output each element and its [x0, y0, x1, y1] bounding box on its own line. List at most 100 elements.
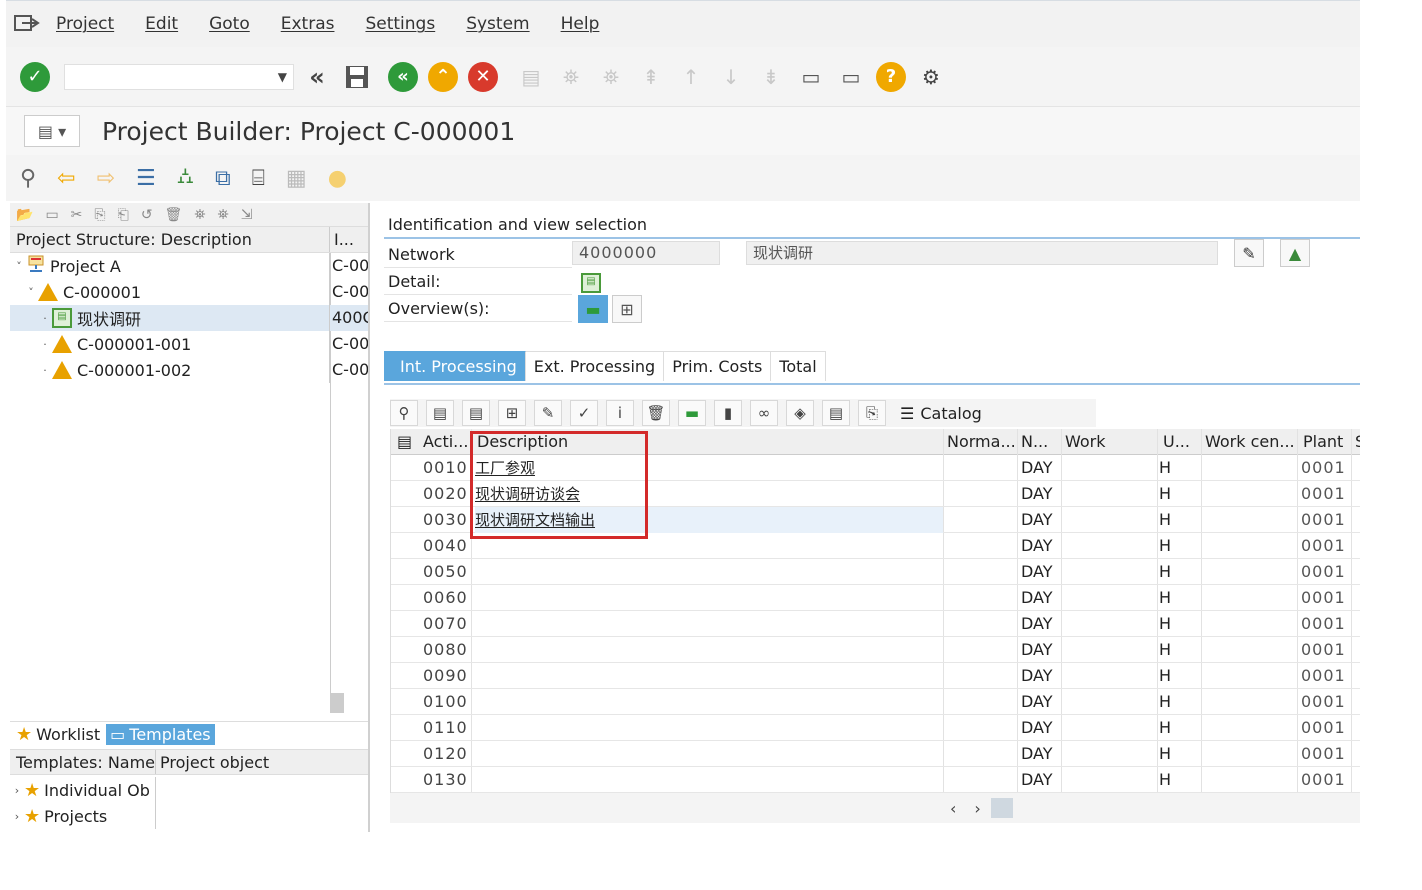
- graphic-icon[interactable]: ▲: [1280, 239, 1310, 267]
- table-row[interactable]: 0100 DAY H 0001: [391, 689, 1360, 715]
- cell-plant[interactable]: 0001: [1301, 455, 1351, 481]
- tab-worklist[interactable]: ★ Worklist: [10, 724, 100, 745]
- find-icon[interactable]: ⛯: [556, 62, 586, 92]
- project-planning-board-icon[interactable]: ☰: [136, 166, 156, 191]
- column-plant[interactable]: Plant: [1303, 429, 1343, 455]
- exit-icon[interactable]: ⌃: [428, 61, 458, 92]
- chevron-down-icon[interactable]: ▼: [278, 70, 287, 84]
- network-graphic-icon[interactable]: ⧉: [215, 166, 231, 191]
- scroll-right-icon[interactable]: ›: [974, 799, 980, 818]
- delete-icon[interactable]: 🗑: [165, 207, 183, 223]
- table-row[interactable]: 0020 现状调研访谈会 DAY H 0001: [391, 481, 1360, 507]
- link-icon[interactable]: ∞: [750, 400, 778, 426]
- relationship-icon[interactable]: ▤: [462, 400, 490, 426]
- cell-work-unit[interactable]: H: [1159, 637, 1179, 663]
- cell-unit[interactable]: DAY: [1021, 663, 1061, 689]
- cell-work-unit[interactable]: H: [1159, 663, 1179, 689]
- cell-description-active[interactable]: 现状调研文档输出: [475, 507, 943, 533]
- cell-unit[interactable]: DAY: [1021, 585, 1061, 611]
- table-row[interactable]: 0070 DAY H 0001: [391, 611, 1360, 637]
- tab-prim-costs[interactable]: Prim. Costs: [664, 351, 772, 381]
- previous-object-icon[interactable]: ⇦: [57, 166, 75, 191]
- tab-templates[interactable]: ▭ Templates: [106, 724, 215, 745]
- table-row[interactable]: 0080 DAY H 0001: [391, 637, 1360, 663]
- create-session-icon[interactable]: ▭: [796, 62, 826, 92]
- save-icon[interactable]: [342, 62, 372, 92]
- menu-goto[interactable]: Goto: [209, 14, 250, 34]
- cell-work-unit[interactable]: H: [1159, 559, 1179, 585]
- table-row[interactable]: 0050 DAY H 0001: [391, 559, 1360, 585]
- cancel-icon[interactable]: ✕: [468, 61, 498, 92]
- table-row[interactable]: 0040 DAY H 0001: [391, 533, 1360, 559]
- detail-network-icon[interactable]: ▤: [576, 269, 606, 297]
- delete-row-icon[interactable]: 🗑: [642, 400, 670, 426]
- assign-icon[interactable]: ▬: [678, 400, 706, 426]
- cell-unit[interactable]: DAY: [1021, 481, 1061, 507]
- cell-work-unit[interactable]: H: [1159, 455, 1179, 481]
- info-icon[interactable]: i: [606, 400, 634, 426]
- table-row[interactable]: 0130 DAY H 0001: [391, 767, 1360, 793]
- create-icon[interactable]: ▭: [45, 207, 58, 223]
- find-next-icon[interactable]: ⛯: [596, 62, 626, 92]
- collapse-command-icon[interactable]: «: [302, 62, 332, 92]
- collapse-icon[interactable]: ˅: [24, 286, 38, 299]
- network-description-field[interactable]: 现状调研: [746, 241, 1218, 265]
- cell-work-unit[interactable]: H: [1159, 507, 1179, 533]
- command-field[interactable]: ▼: [64, 63, 294, 90]
- document-icon[interactable]: ▤: [822, 400, 850, 426]
- collapse-icon[interactable]: ˅: [12, 260, 26, 273]
- system-menu-icon[interactable]: [14, 14, 40, 34]
- scroll-left-icon[interactable]: ‹: [950, 799, 956, 818]
- table-row[interactable]: 0010 工厂参观 DAY H 0001: [391, 455, 1360, 481]
- column-work-center[interactable]: Work cen...: [1205, 429, 1295, 455]
- cell-unit[interactable]: DAY: [1021, 741, 1061, 767]
- network-number-field[interactable]: 4000000: [572, 241, 720, 265]
- undo-icon[interactable]: ↺: [141, 207, 153, 223]
- calculator-icon[interactable]: ▦: [286, 166, 307, 191]
- tab-int-processing[interactable]: Int. Processing: [384, 351, 526, 381]
- open-icon[interactable]: 📂: [16, 207, 33, 223]
- column-s[interactable]: S: [1355, 429, 1360, 455]
- print-icon[interactable]: ▤: [516, 62, 546, 92]
- cell-plant[interactable]: 0001: [1301, 533, 1351, 559]
- component-overview-icon[interactable]: ▤: [426, 400, 454, 426]
- tab-total[interactable]: Total: [771, 351, 826, 381]
- cell-unit[interactable]: DAY: [1021, 611, 1061, 637]
- table-row[interactable]: 0030 现状调研文档输出 DAY H 0001: [391, 507, 1360, 533]
- overview-activities-icon[interactable]: ▬: [578, 295, 608, 323]
- menu-edit[interactable]: Edit: [145, 14, 178, 34]
- change-display-icon[interactable]: ⚲: [20, 166, 36, 191]
- cell-unit[interactable]: DAY: [1021, 689, 1061, 715]
- catalog-button[interactable]: ☰ Catalog: [900, 404, 982, 423]
- cell-plant[interactable]: 0001: [1301, 715, 1351, 741]
- cell-work-unit[interactable]: H: [1159, 741, 1179, 767]
- edit-document-icon[interactable]: ✎: [1234, 239, 1264, 267]
- enter-check-icon[interactable]: ✓: [20, 61, 50, 92]
- cell-work-unit[interactable]: H: [1159, 585, 1179, 611]
- template-individual-objects[interactable]: › ★ Individual Ob: [10, 777, 156, 803]
- tree-node-project[interactable]: ˅ Project A C-00: [10, 253, 368, 279]
- check-icon[interactable]: ✓: [570, 400, 598, 426]
- activity-detail-icon[interactable]: ⚲: [390, 400, 418, 426]
- cell-description[interactable]: 现状调研访谈会: [475, 481, 943, 507]
- cell-unit[interactable]: DAY: [1021, 559, 1061, 585]
- cell-plant[interactable]: 0001: [1301, 741, 1351, 767]
- tree-column-description[interactable]: Project Structure: Description: [10, 227, 330, 252]
- next-object-icon[interactable]: ⇨: [97, 166, 115, 191]
- milestone-icon[interactable]: ▮: [714, 400, 742, 426]
- insert-activity-icon[interactable]: ⊞: [498, 400, 526, 426]
- menu-project[interactable]: Project: [56, 14, 114, 34]
- help-icon[interactable]: ?: [876, 61, 906, 92]
- menu-extras[interactable]: Extras: [281, 14, 335, 34]
- templates-column-name[interactable]: Templates: Name: [10, 750, 156, 774]
- next-page-icon[interactable]: ↓: [716, 62, 746, 92]
- cell-work-unit[interactable]: H: [1159, 481, 1179, 507]
- tree-column-id[interactable]: I...: [330, 227, 354, 252]
- cell-plant[interactable]: 0001: [1301, 767, 1351, 793]
- table-row[interactable]: 0120 DAY H 0001: [391, 741, 1360, 767]
- status-icon[interactable]: ●: [328, 166, 347, 191]
- diamond-icon[interactable]: ◈: [786, 400, 814, 426]
- column-work-unit[interactable]: U...: [1163, 429, 1190, 455]
- cell-unit[interactable]: DAY: [1021, 455, 1061, 481]
- tab-ext-processing[interactable]: Ext. Processing: [525, 351, 665, 381]
